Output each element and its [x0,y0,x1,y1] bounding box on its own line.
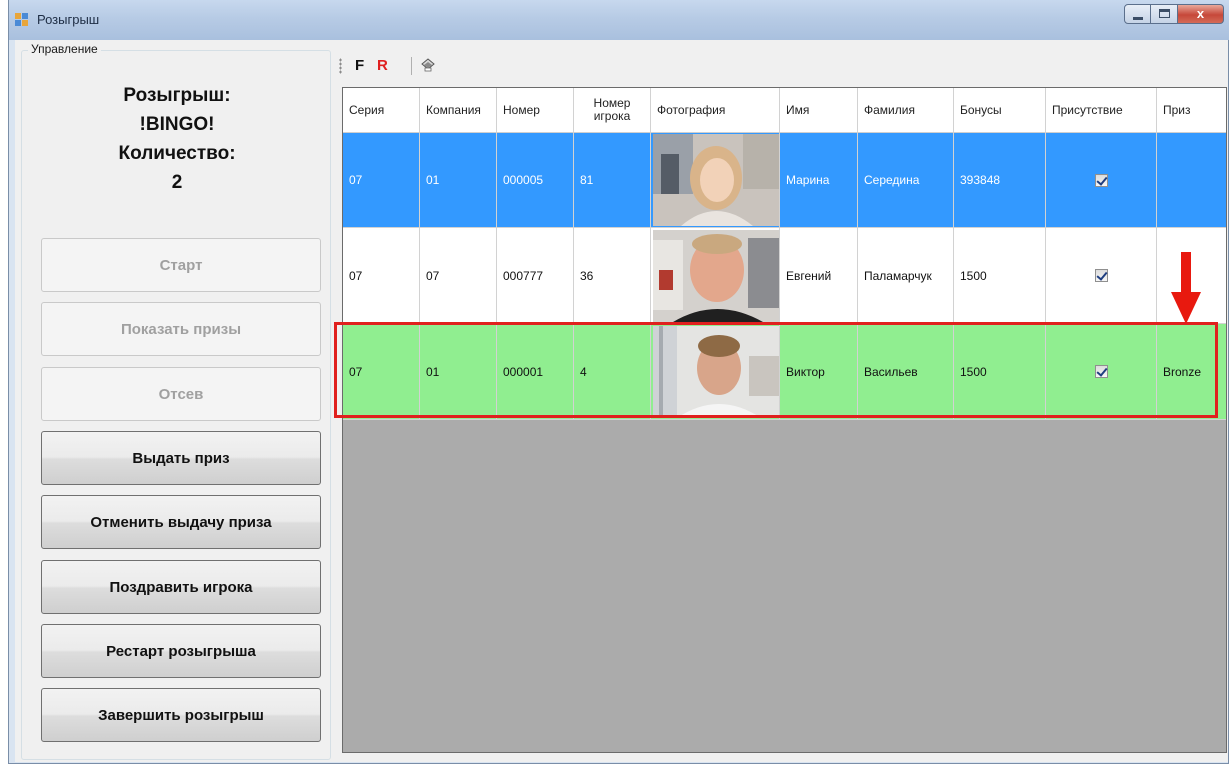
cell-presence[interactable] [1046,228,1157,324]
cell-last-name[interactable]: Васильев [858,324,954,420]
cell-last-name[interactable]: Середина [858,133,954,228]
start-button[interactable]: Старт [41,238,321,292]
cell-prize[interactable] [1157,133,1226,228]
count-label: Количество: [118,143,236,164]
show-prizes-button[interactable]: Показать призы [41,302,321,356]
column-header-series[interactable]: Серия [343,88,420,132]
cell-bonus[interactable]: 393848 [954,133,1046,228]
toolbar: F R [335,54,1228,78]
finish-draw-button[interactable]: Завершить розыгрыш [41,688,321,742]
close-button[interactable]: x [1178,4,1224,24]
cell-series[interactable]: 07 [343,228,420,324]
cell-number[interactable]: 000005 [497,133,574,228]
print-button[interactable] [419,56,437,76]
cell-player-number[interactable]: 36 [574,228,651,324]
column-header-presence[interactable]: Присутствие [1046,88,1157,132]
table-row[interactable]: 07 01 000005 81 Марина Середина 393848 [343,133,1226,228]
column-header-last-name[interactable]: Фамилия [858,88,954,132]
cell-presence[interactable] [1046,324,1157,420]
app-window: Розыгрыш x Управление Розыгрыш: !BINGO! … [8,0,1229,764]
presence-checkbox[interactable] [1094,365,1108,378]
control-group: Управление Розыгрыш: !BINGO! Количество:… [21,42,332,760]
app-icon [15,13,29,27]
column-header-company[interactable]: Компания [420,88,497,132]
draw-label: Розыгрыш: [123,85,231,106]
column-header-number[interactable]: Номер [497,88,574,132]
toolbar-separator [411,57,412,75]
draw-name: !BINGO! [139,114,215,135]
cell-photo[interactable] [651,228,780,324]
cell-player-number[interactable]: 4 [574,324,651,420]
cell-first-name[interactable]: Марина [780,133,858,228]
cell-first-name[interactable]: Евгений [780,228,858,324]
cell-prize[interactable]: Bronze [1157,324,1226,420]
cell-first-name[interactable]: Виктор [780,324,858,420]
table-row[interactable]: 07 07 000777 36 Евгений Паламарчук 1500 [343,228,1226,324]
cell-series[interactable]: 07 [343,324,420,420]
maximize-button[interactable] [1151,4,1178,24]
minimize-icon [1133,17,1143,20]
presence-checkbox[interactable] [1094,269,1108,282]
title-bar[interactable]: Розыгрыш x [9,0,1229,40]
window-title: Розыгрыш [37,12,100,27]
cell-photo[interactable] [651,324,780,420]
cancel-award-button[interactable]: Отменить выдачу приза [41,495,321,549]
column-header-prize[interactable]: Приз [1157,88,1226,132]
minimize-button[interactable] [1124,4,1151,24]
maximize-icon [1159,9,1170,18]
cell-company[interactable]: 07 [420,228,497,324]
cell-bonus[interactable]: 1500 [954,228,1046,324]
table-row[interactable]: 07 01 000001 4 Виктор Васильев 1500 Bron… [343,324,1226,420]
toolbar-grip[interactable] [339,58,342,74]
f-button[interactable]: F [355,56,364,76]
r-button[interactable]: R [377,56,388,76]
cell-presence[interactable] [1046,133,1157,228]
column-header-player-number[interactable]: Номер игрока [574,88,651,132]
grid-header: Серия Компания Номер Номер игрока Фотогр… [343,88,1226,133]
congratulate-button[interactable]: Поздравить игрока [41,560,321,614]
cell-player-number[interactable]: 81 [574,133,651,228]
cell-last-name[interactable]: Паламарчук [858,228,954,324]
screening-button[interactable]: Отсев [41,367,321,421]
column-header-first-name[interactable]: Имя [780,88,858,132]
group-caption: Управление [28,42,101,56]
arrow-down-icon [1171,252,1201,324]
cell-bonus[interactable]: 1500 [954,324,1046,420]
player-photo [653,134,779,226]
restart-draw-button[interactable]: Рестарт розыгрыша [41,624,321,678]
cell-number[interactable]: 000777 [497,228,574,324]
players-grid[interactable]: Серия Компания Номер Номер игрока Фотогр… [342,87,1227,753]
player-photo [653,229,779,322]
printer-icon [421,58,435,72]
client-area: Управление Розыгрыш: !BINGO! Количество:… [15,40,1228,762]
cell-company[interactable]: 01 [420,133,497,228]
cell-series[interactable]: 07 [343,133,420,228]
column-header-bonus[interactable]: Бонусы [954,88,1046,132]
presence-checkbox[interactable] [1094,173,1108,187]
column-header-photo[interactable]: Фотография [651,88,780,132]
cell-photo[interactable] [651,133,780,228]
cell-company[interactable]: 01 [420,324,497,420]
cell-number[interactable]: 000001 [497,324,574,420]
count-value: 2 [171,172,183,193]
award-prize-button[interactable]: Выдать приз [41,431,321,485]
player-photo [653,325,779,418]
draw-info: Розыгрыш: !BINGO! Количество: 2 [22,81,332,197]
